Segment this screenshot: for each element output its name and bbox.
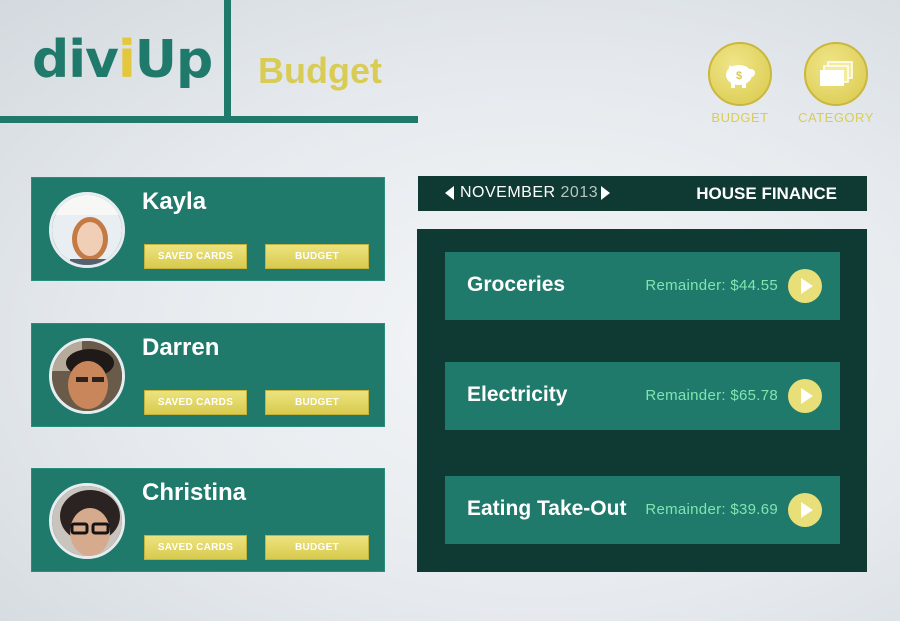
member-name: Darren <box>142 334 220 361</box>
play-arrow-icon[interactable] <box>788 269 822 303</box>
app-logo: diviUp <box>32 30 213 90</box>
category-list-panel: Groceries Remainder: $44.55 Electricity … <box>417 229 867 572</box>
member-card-kayla: Kayla SAVED CARDS BUDGET <box>31 177 385 281</box>
saved-cards-button[interactable]: SAVED CARDS <box>144 535 247 560</box>
category-remainder: Remainder: $65.78 <box>645 387 778 404</box>
budget-nav-label: BUDGET <box>711 110 769 125</box>
page-title: Budget <box>258 50 382 91</box>
avatar <box>49 338 125 414</box>
avatar <box>49 483 125 559</box>
member-card-darren: Darren SAVED CARDS BUDGET <box>31 323 385 427</box>
category-name: Groceries <box>467 273 566 296</box>
member-name: Kayla <box>142 188 207 215</box>
budget-button[interactable]: BUDGET <box>265 390 369 415</box>
svg-text:$: $ <box>736 70 742 82</box>
category-name: Electricity <box>467 383 568 406</box>
category-nav-label: CATEGORY <box>798 110 874 125</box>
category-remainder: Remainder: $44.55 <box>645 277 778 294</box>
group-name: HOUSE FINANCE <box>696 184 837 203</box>
member-card-christina: Christina SAVED CARDS BUDGET <box>31 468 385 572</box>
play-arrow-icon[interactable] <box>788 493 822 527</box>
saved-cards-button[interactable]: SAVED CARDS <box>144 390 247 415</box>
category-row-electricity[interactable]: Electricity Remainder: $65.78 <box>445 362 840 430</box>
category-row-groceries[interactable]: Groceries Remainder: $44.55 <box>445 252 840 320</box>
member-name: Christina <box>142 479 247 506</box>
header-horizontal-divider <box>0 116 418 123</box>
category-nav-button[interactable]: CATEGORY <box>798 42 873 125</box>
header-vertical-divider <box>224 0 231 120</box>
category-row-eating-take-out[interactable]: Eating Take-Out Remainder: $39.69 <box>445 476 840 544</box>
piggy-bank-icon: $ <box>708 42 772 106</box>
budget-button[interactable]: BUDGET <box>265 535 369 560</box>
budget-nav-button[interactable]: $ BUDGET <box>708 42 772 125</box>
next-month-arrow-icon[interactable] <box>601 186 610 200</box>
avatar <box>49 192 125 268</box>
play-arrow-icon[interactable] <box>788 379 822 413</box>
saved-cards-button[interactable]: SAVED CARDS <box>144 244 247 269</box>
budget-button[interactable]: BUDGET <box>265 244 369 269</box>
stacked-cards-icon <box>804 42 868 106</box>
current-month: NOVEMBER 2013 <box>460 184 599 201</box>
category-name: Eating Take-Out <box>467 497 627 520</box>
month-selector-bar: NOVEMBER 2013 HOUSE FINANCE <box>418 176 867 211</box>
previous-month-arrow-icon[interactable] <box>445 186 454 200</box>
category-remainder: Remainder: $39.69 <box>645 501 778 518</box>
